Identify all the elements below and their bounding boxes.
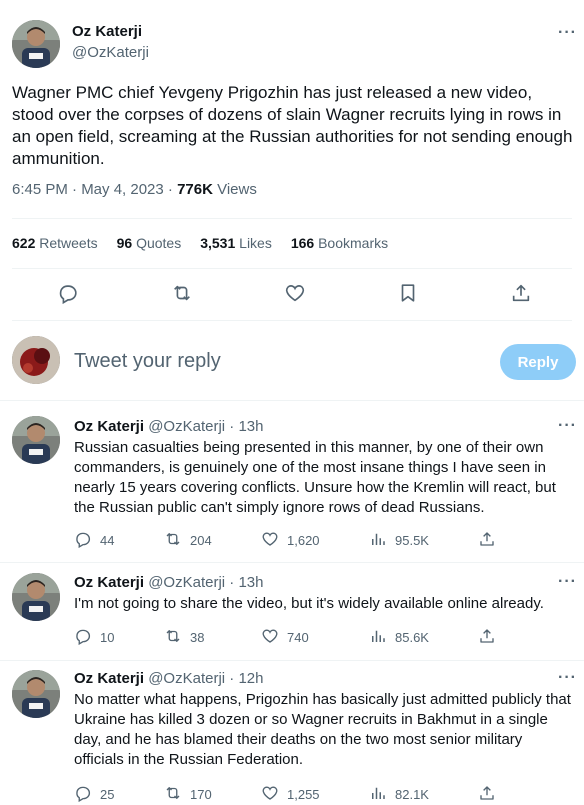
- reply-text: I'm not going to share the video, but it…: [74, 595, 544, 612]
- views-label: Views: [217, 181, 257, 198]
- reply-author-name[interactable]: Oz Katerji: [74, 670, 144, 687]
- like-icon[interactable]: [284, 282, 306, 304]
- reply-avatar[interactable]: [12, 416, 60, 464]
- views-count[interactable]: 85.6K: [369, 627, 429, 648]
- reply-icon: [74, 627, 92, 648]
- divider: [0, 400, 584, 401]
- divider: [0, 562, 584, 563]
- more-options-icon[interactable]: ···: [558, 669, 577, 687]
- analytics-icon: [369, 627, 387, 648]
- retweet-icon: [164, 530, 182, 551]
- more-options-icon[interactable]: ···: [558, 573, 577, 591]
- retweet-icon: [164, 627, 182, 648]
- tweet-stats: 622 Retweets 96 Quotes 3,531 Likes 166 B…: [12, 235, 388, 251]
- tweet-timestamp-line: 6:45 PM · May 4, 2023 · 776K Views: [12, 181, 257, 198]
- reply-header: Oz Katerji @OzKaterji · 12h: [74, 670, 263, 687]
- like-icon: [261, 627, 279, 648]
- reply-avatar[interactable]: [12, 573, 60, 621]
- share-icon[interactable]: [510, 282, 532, 304]
- reply-icon[interactable]: [57, 282, 79, 304]
- reply-text: Russian casualties being presented in th…: [74, 439, 556, 516]
- retweets-stat[interactable]: 622 Retweets: [12, 235, 98, 251]
- reply-meta[interactable]: @OzKaterji · 12h: [148, 670, 263, 687]
- tweet-text: Wagner PMC chief Yevgeny Prigozhin has j…: [12, 83, 573, 168]
- reply-count[interactable]: 44: [74, 530, 114, 551]
- reply-count[interactable]: 10: [74, 627, 114, 648]
- divider: [12, 268, 572, 269]
- analytics-icon: [369, 530, 387, 551]
- reply-author-name[interactable]: Oz Katerji: [74, 418, 144, 435]
- share-icon[interactable]: [476, 528, 498, 550]
- author-name[interactable]: Oz Katerji: [72, 23, 142, 40]
- retweet-count[interactable]: 38: [164, 627, 204, 648]
- divider: [12, 320, 572, 321]
- reply-author-name[interactable]: Oz Katerji: [74, 574, 144, 591]
- reply-meta[interactable]: @OzKaterji · 13h: [148, 418, 263, 435]
- retweet-icon[interactable]: [171, 282, 193, 304]
- reply-text: No matter what happens, Prigozhin has ba…: [74, 691, 571, 768]
- reply-icon: [74, 530, 92, 551]
- share-icon[interactable]: [476, 625, 498, 647]
- more-options-icon[interactable]: ···: [558, 417, 577, 435]
- divider: [12, 218, 572, 219]
- reply-avatar[interactable]: [12, 670, 60, 718]
- quotes-stat[interactable]: 96 Quotes: [117, 235, 182, 251]
- reply-header: Oz Katerji @OzKaterji · 13h: [74, 418, 263, 435]
- views-count: 776K: [177, 181, 213, 198]
- retweet-count[interactable]: 204: [164, 530, 212, 551]
- bookmark-icon[interactable]: [397, 282, 419, 304]
- author-handle[interactable]: @OzKaterji: [72, 44, 149, 61]
- divider: [0, 660, 584, 661]
- reply-button[interactable]: Reply: [500, 344, 576, 380]
- tweet-time[interactable]: 6:45 PM · May 4, 2023 ·: [12, 181, 177, 198]
- likes-stat[interactable]: 3,531 Likes: [200, 235, 272, 251]
- share-icon[interactable]: [476, 782, 498, 804]
- reply-meta[interactable]: @OzKaterji · 13h: [148, 574, 263, 591]
- reply-input[interactable]: Tweet your reply: [74, 350, 221, 373]
- author-avatar[interactable]: [12, 20, 60, 68]
- like-icon: [261, 530, 279, 551]
- like-count[interactable]: 1,620: [261, 530, 320, 551]
- bookmarks-stat[interactable]: 166 Bookmarks: [291, 235, 388, 251]
- views-count[interactable]: 95.5K: [369, 530, 429, 551]
- current-user-avatar[interactable]: [12, 336, 60, 384]
- reply-header: Oz Katerji @OzKaterji · 13h: [74, 574, 263, 591]
- like-count[interactable]: 740: [261, 627, 309, 648]
- more-options-icon[interactable]: ···: [558, 24, 577, 42]
